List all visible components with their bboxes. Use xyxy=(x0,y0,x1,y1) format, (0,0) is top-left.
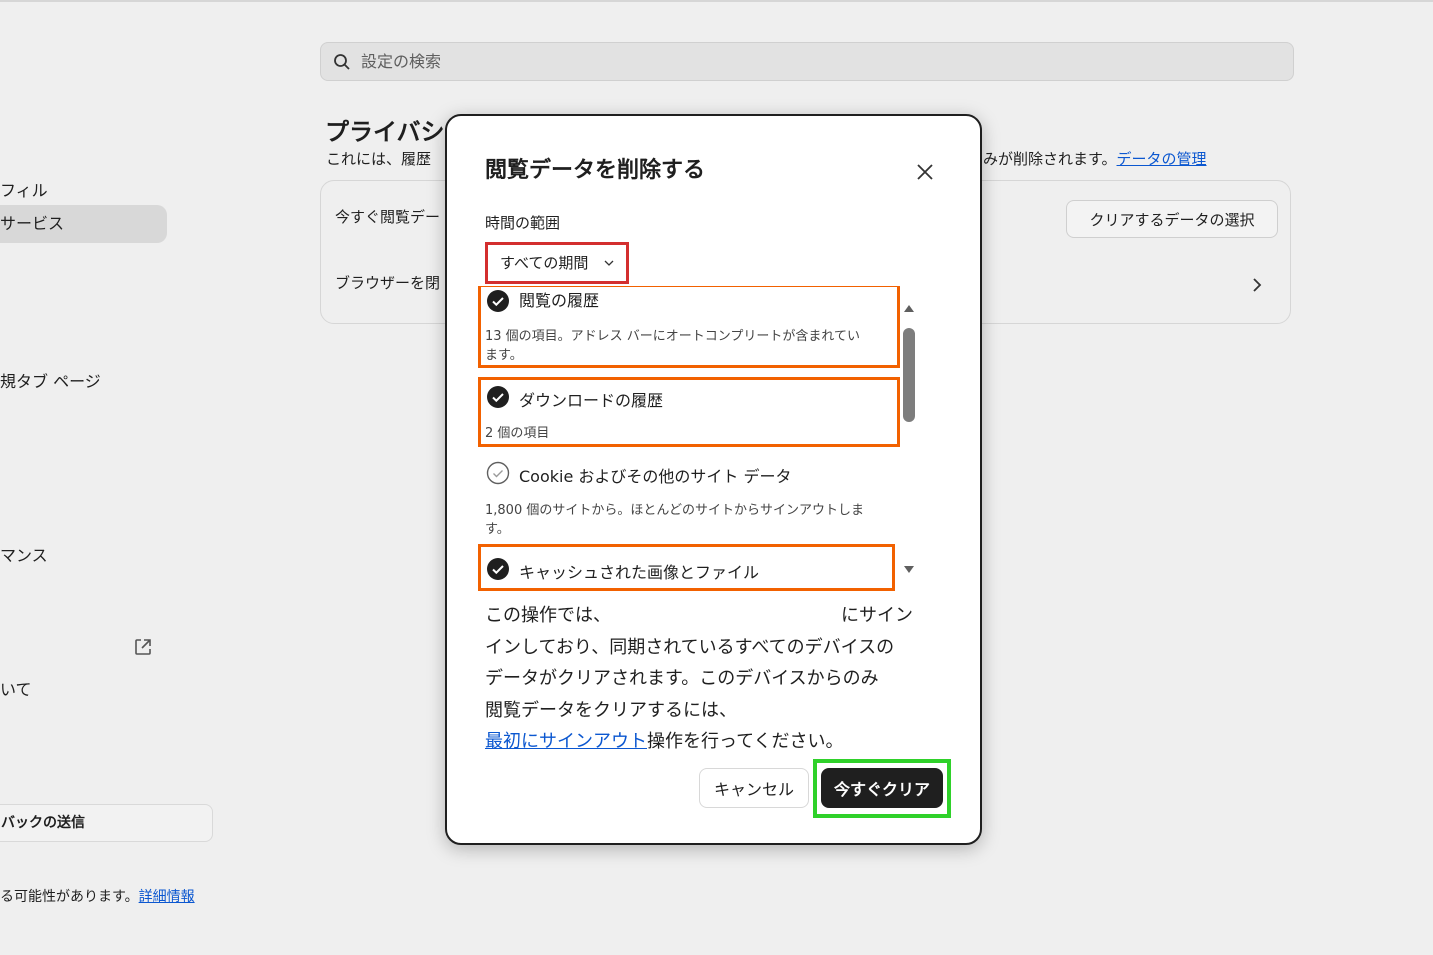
send-feedback-button[interactable]: バックの送信 xyxy=(0,804,213,842)
chevron-down-icon xyxy=(604,260,614,266)
detail-line: 1,800 個のサイトから。ほとんどのサイトからサインアウトしま xyxy=(485,503,864,518)
sidebar-item-performance[interactable]: マンス xyxy=(0,542,48,566)
external-link-icon[interactable] xyxy=(133,637,153,657)
highlight-box xyxy=(478,544,895,591)
notice-line: インしており、同期されているすべてのデバイスの xyxy=(485,636,895,658)
search-input[interactable] xyxy=(361,43,1261,80)
section-description-tail: みが削除されます。データの管理 xyxy=(983,148,1207,169)
choose-data-to-clear-button[interactable]: クリアするデータの選択 xyxy=(1066,200,1278,238)
section-title: プライバシ xyxy=(325,118,445,146)
sidebar-item-profile[interactable]: フィル xyxy=(0,177,48,201)
notice-line: 閲覧データをクリアするには、 xyxy=(485,699,737,721)
scroll-up-arrow-icon[interactable] xyxy=(902,302,916,314)
sidebar-item-services[interactable]: サービス xyxy=(0,205,167,243)
cookies-label[interactable]: Cookie およびその他のサイト データ xyxy=(519,463,791,487)
highlight-box xyxy=(478,286,900,368)
scroll-down-arrow-icon[interactable] xyxy=(902,564,916,576)
notice-text: にサイン xyxy=(841,605,913,626)
clear-on-close-row-label[interactable]: ブラウザーを閉 xyxy=(335,272,440,293)
manage-data-link[interactable]: データの管理 xyxy=(1117,150,1207,168)
notice-line: データがクリアされます。このデバイスからのみ xyxy=(485,668,879,689)
cookies-detail: 1,800 個のサイトから。ほとんどのサイトからサインアウトしま す。 xyxy=(485,501,905,539)
time-range-label: 時間の範囲 xyxy=(485,214,561,232)
footnote-text: る可能性があります。 xyxy=(0,889,139,905)
close-icon[interactable] xyxy=(913,160,937,184)
section-description: これには、履歴 xyxy=(326,150,432,168)
cancel-button[interactable]: キャンセル xyxy=(699,768,809,808)
chevron-right-icon[interactable] xyxy=(1250,277,1264,293)
learn-more-link[interactable]: 詳細情報 xyxy=(139,889,195,905)
sidebar-item-label: サービス xyxy=(0,214,65,233)
data-type-list[interactable]: 閲覧の履歴 13 個の項目。アドレス バーにオートコンプリートが含まれてい ます… xyxy=(477,286,922,591)
notice-line: 最初にサインアウト操作を行ってください。 xyxy=(485,726,925,758)
sidebar-item-about[interactable]: いて xyxy=(0,676,32,700)
section-description-text: みが削除されます。 xyxy=(983,150,1117,168)
dialog-title: 閲覧データを削除する xyxy=(485,158,706,183)
clear-browsing-data-dialog: 閲覧データを削除する 時間の範囲 すべての期間 閲覧の履歴 13 個の項目。アド… xyxy=(445,114,982,845)
notice-text: この操作では、 xyxy=(485,605,611,626)
notice-text: 操作を行ってください。 xyxy=(647,731,844,752)
highlight-box xyxy=(478,377,900,447)
search-icon xyxy=(334,54,350,70)
footnote: る可能性があります。詳細情報 xyxy=(0,886,195,906)
highlight-box: 今すぐクリア xyxy=(813,759,951,818)
time-range-value: すべての期間 xyxy=(500,254,589,272)
notice-line: この操作では、 にサイン xyxy=(485,600,925,632)
sign-out-first-link[interactable]: 最初にサインアウト xyxy=(485,731,647,752)
sync-notice: この操作では、 にサイン インしており、同期されているすべてのデバイスの データが… xyxy=(485,600,925,758)
settings-page: フィル サービス 規タブ ページ マンス いて バックの送信 る可能性があります… xyxy=(0,0,1433,955)
time-range-select[interactable]: すべての期間 xyxy=(485,242,629,284)
scrollbar-thumb[interactable] xyxy=(903,328,915,422)
detail-line: す。 xyxy=(485,522,510,537)
checkbox-cookies[interactable] xyxy=(486,461,510,485)
search-bar[interactable] xyxy=(320,42,1294,81)
sidebar-item-new-tab-page[interactable]: 規タブ ページ xyxy=(0,368,101,392)
clear-now-row-label: 今すぐ閲覧デー xyxy=(335,208,441,226)
clear-now-button[interactable]: 今すぐクリア xyxy=(821,768,943,808)
